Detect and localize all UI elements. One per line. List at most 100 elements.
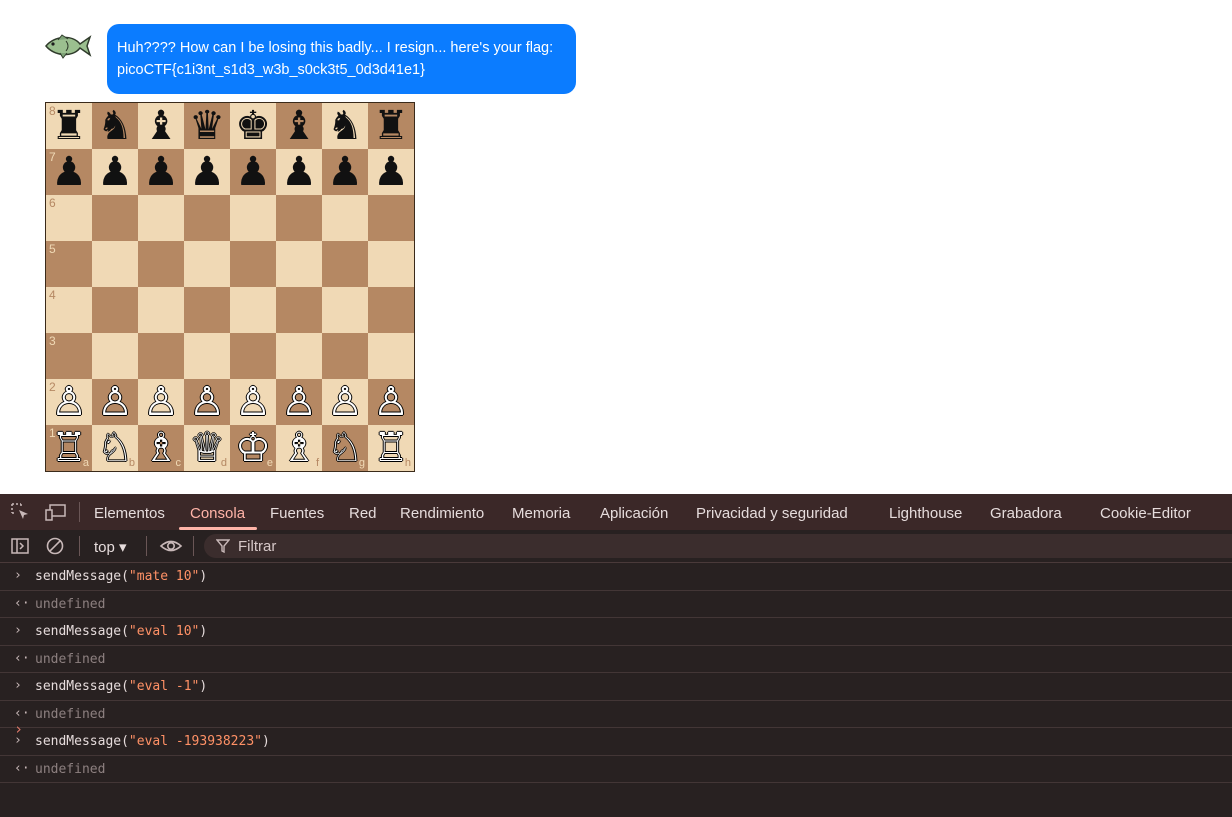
board-square-c7[interactable]: ♟ bbox=[138, 149, 184, 195]
chess-piece[interactable]: ♞ bbox=[97, 103, 133, 149]
chess-piece[interactable]: ♘ bbox=[97, 425, 133, 471]
chess-piece[interactable]: ♙ bbox=[97, 379, 133, 425]
chess-piece[interactable]: ♙ bbox=[51, 379, 87, 425]
board-square-d1[interactable]: d ♕ bbox=[184, 425, 230, 471]
board-square-c3[interactable] bbox=[138, 333, 184, 379]
chess-piece[interactable]: ♟ bbox=[281, 149, 317, 195]
board-square-d2[interactable]: ♙ bbox=[184, 379, 230, 425]
board-square-c6[interactable] bbox=[138, 195, 184, 241]
board-square-e8[interactable]: ♚ bbox=[230, 103, 276, 149]
chess-piece[interactable]: ♙ bbox=[235, 379, 271, 425]
tab-memoria[interactable]: Memoria bbox=[512, 494, 570, 530]
chess-piece[interactable]: ♙ bbox=[327, 379, 363, 425]
board-square-h2[interactable]: ♙ bbox=[368, 379, 414, 425]
tab-privacidad[interactable]: Privacidad y seguridad bbox=[696, 494, 848, 530]
chess-piece[interactable]: ♕ bbox=[189, 425, 225, 471]
board-square-e5[interactable] bbox=[230, 241, 276, 287]
board-square-e7[interactable]: ♟ bbox=[230, 149, 276, 195]
board-square-d7[interactable]: ♟ bbox=[184, 149, 230, 195]
board-square-c4[interactable] bbox=[138, 287, 184, 333]
chess-piece[interactable]: ♙ bbox=[189, 379, 225, 425]
tab-aplicacion[interactable]: Aplicación bbox=[600, 494, 668, 530]
board-square-a4[interactable]: 4 bbox=[46, 287, 92, 333]
tab-fuentes[interactable]: Fuentes bbox=[270, 494, 324, 530]
board-square-a5[interactable]: 5 bbox=[46, 241, 92, 287]
board-square-b3[interactable] bbox=[92, 333, 138, 379]
chess-board[interactable]: 8 ♜ ♞ ♝ ♛ ♚ ♝ ♞ ♜ 7 ♟ ♟ ♟ ♟ ♟ ♟ ♟ ♟ 6 5 4 3 2 ♙ ♙ ♙ ♙ ♙ ♙ ♙ ♙ 1 a ♖ b ♘ c ♗ d ♕… bbox=[45, 102, 415, 472]
board-square-b1[interactable]: b ♘ bbox=[92, 425, 138, 471]
board-square-h1[interactable]: h ♖ bbox=[368, 425, 414, 471]
board-square-h6[interactable] bbox=[368, 195, 414, 241]
board-square-g3[interactable] bbox=[322, 333, 368, 379]
board-square-f5[interactable] bbox=[276, 241, 322, 287]
chess-piece[interactable]: ♘ bbox=[327, 425, 363, 471]
board-square-g1[interactable]: g ♘ bbox=[322, 425, 368, 471]
board-square-e1[interactable]: e ♔ bbox=[230, 425, 276, 471]
chess-piece[interactable]: ♗ bbox=[281, 425, 317, 471]
chess-piece[interactable]: ♙ bbox=[373, 379, 409, 425]
tab-consola[interactable]: Consola bbox=[190, 494, 245, 530]
chess-piece[interactable]: ♟ bbox=[143, 149, 179, 195]
board-square-a2[interactable]: 2 ♙ bbox=[46, 379, 92, 425]
chess-piece[interactable]: ♟ bbox=[189, 149, 225, 195]
chess-piece[interactable]: ♜ bbox=[51, 103, 87, 149]
console-prompt[interactable]: › bbox=[14, 720, 23, 738]
board-square-b8[interactable]: ♞ bbox=[92, 103, 138, 149]
board-square-h5[interactable] bbox=[368, 241, 414, 287]
board-square-f2[interactable]: ♙ bbox=[276, 379, 322, 425]
board-square-f7[interactable]: ♟ bbox=[276, 149, 322, 195]
chess-piece[interactable]: ♟ bbox=[97, 149, 133, 195]
board-square-c5[interactable] bbox=[138, 241, 184, 287]
board-square-h8[interactable]: ♜ bbox=[368, 103, 414, 149]
chess-piece[interactable]: ♖ bbox=[51, 425, 87, 471]
board-square-h3[interactable] bbox=[368, 333, 414, 379]
tab-cookie-editor[interactable]: Cookie-Editor bbox=[1100, 494, 1191, 530]
board-square-a8[interactable]: 8 ♜ bbox=[46, 103, 92, 149]
board-square-c1[interactable]: c ♗ bbox=[138, 425, 184, 471]
chess-piece[interactable]: ♚ bbox=[235, 103, 271, 149]
board-square-b7[interactable]: ♟ bbox=[92, 149, 138, 195]
board-square-e3[interactable] bbox=[230, 333, 276, 379]
board-square-b6[interactable] bbox=[92, 195, 138, 241]
board-square-b2[interactable]: ♙ bbox=[92, 379, 138, 425]
board-square-b5[interactable] bbox=[92, 241, 138, 287]
chess-piece[interactable]: ♗ bbox=[143, 425, 179, 471]
board-square-h7[interactable]: ♟ bbox=[368, 149, 414, 195]
chess-piece[interactable]: ♙ bbox=[143, 379, 179, 425]
board-square-g2[interactable]: ♙ bbox=[322, 379, 368, 425]
chess-piece[interactable]: ♟ bbox=[327, 149, 363, 195]
board-square-g7[interactable]: ♟ bbox=[322, 149, 368, 195]
tab-rendimiento[interactable]: Rendimiento bbox=[400, 494, 484, 530]
chess-piece[interactable]: ♞ bbox=[327, 103, 363, 149]
board-square-f4[interactable] bbox=[276, 287, 322, 333]
clear-console-icon[interactable] bbox=[45, 536, 65, 556]
board-square-d3[interactable] bbox=[184, 333, 230, 379]
board-square-d5[interactable] bbox=[184, 241, 230, 287]
chess-piece[interactable]: ♝ bbox=[143, 103, 179, 149]
board-square-d4[interactable] bbox=[184, 287, 230, 333]
board-square-e4[interactable] bbox=[230, 287, 276, 333]
board-square-f8[interactable]: ♝ bbox=[276, 103, 322, 149]
context-selector[interactable]: top ▾ bbox=[94, 538, 127, 556]
board-square-f3[interactable] bbox=[276, 333, 322, 379]
board-square-e6[interactable] bbox=[230, 195, 276, 241]
chess-piece[interactable]: ♟ bbox=[51, 149, 87, 195]
board-square-g6[interactable] bbox=[322, 195, 368, 241]
filter-input[interactable]: Filtrar bbox=[204, 534, 1232, 558]
board-square-g8[interactable]: ♞ bbox=[322, 103, 368, 149]
chess-piece[interactable]: ♛ bbox=[189, 103, 225, 149]
tab-red[interactable]: Red bbox=[349, 494, 377, 530]
board-square-a1[interactable]: 1 a ♖ bbox=[46, 425, 92, 471]
board-square-b4[interactable] bbox=[92, 287, 138, 333]
board-square-f1[interactable]: f ♗ bbox=[276, 425, 322, 471]
board-square-c8[interactable]: ♝ bbox=[138, 103, 184, 149]
board-square-a7[interactable]: 7 ♟ bbox=[46, 149, 92, 195]
tab-elementos[interactable]: Elementos bbox=[94, 494, 165, 530]
chess-piece[interactable]: ♟ bbox=[373, 149, 409, 195]
board-square-h4[interactable] bbox=[368, 287, 414, 333]
board-square-d6[interactable] bbox=[184, 195, 230, 241]
chess-piece[interactable]: ♔ bbox=[235, 425, 271, 471]
chess-piece[interactable]: ♝ bbox=[281, 103, 317, 149]
device-toolbar-icon[interactable] bbox=[45, 502, 67, 522]
board-square-d8[interactable]: ♛ bbox=[184, 103, 230, 149]
